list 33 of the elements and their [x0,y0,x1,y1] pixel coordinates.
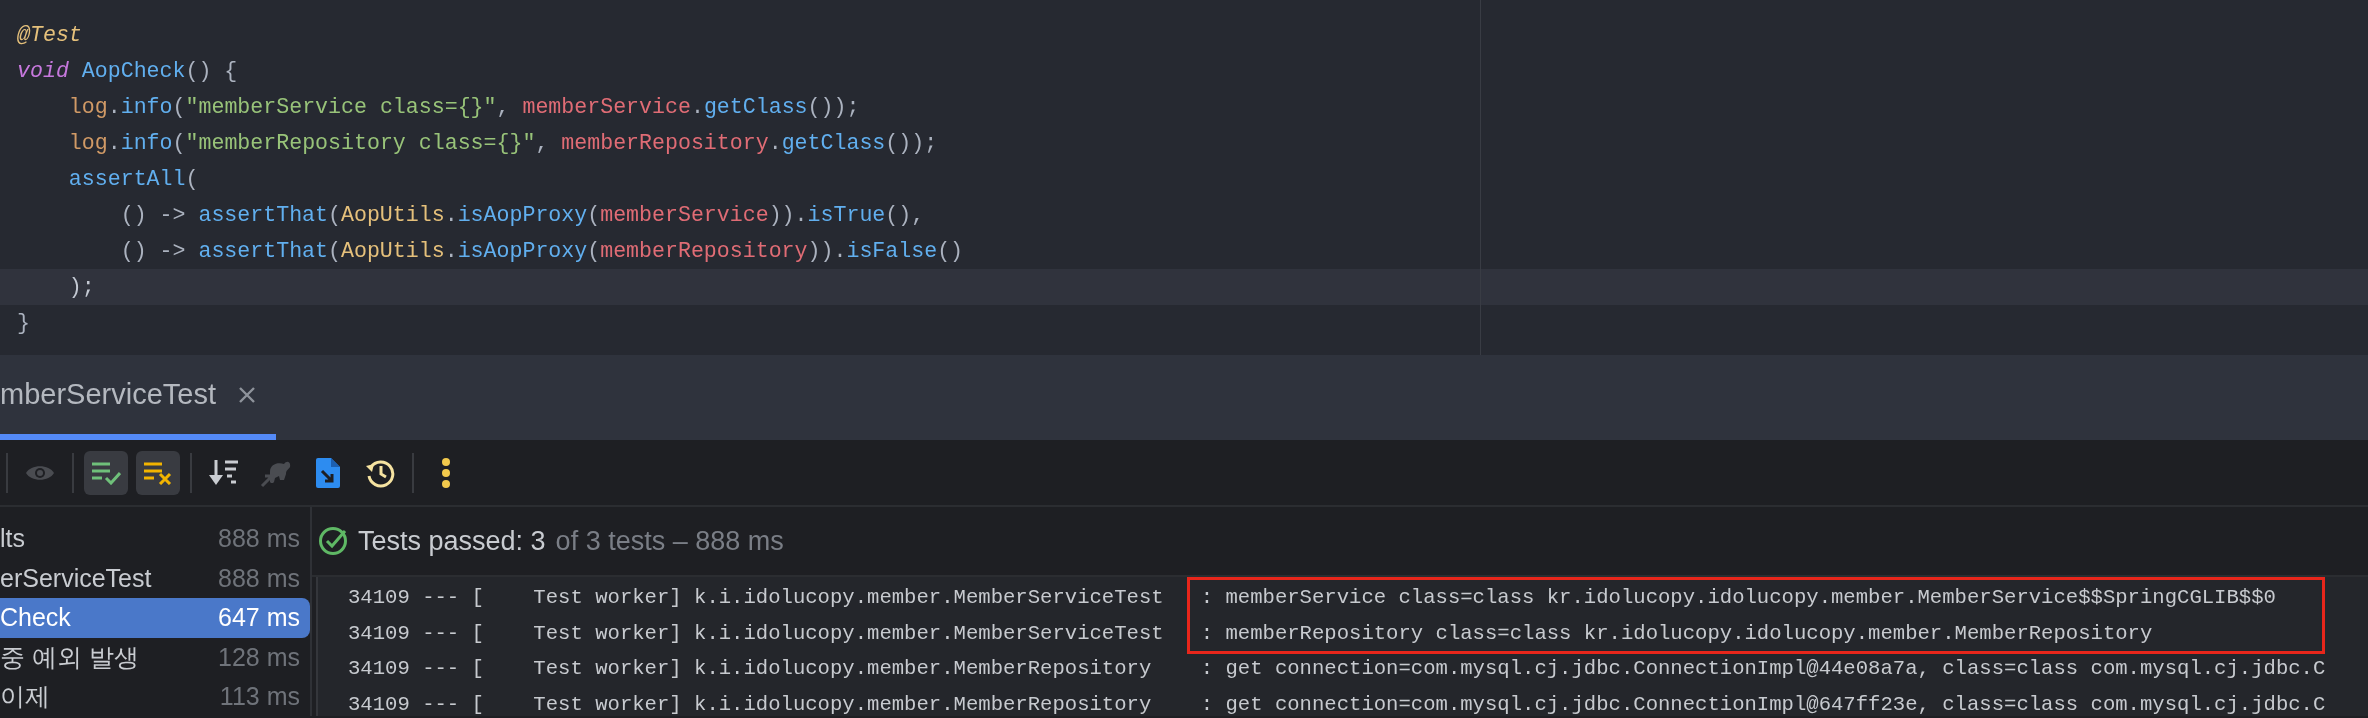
tree-item[interactable]: erServiceTest 888 ms [0,558,310,598]
code-line: () -> assertThat(AopUtils.isAopProxy(memberRepository)).isFalse() [119,238,965,265]
tree-item[interactable]: lts 888 ms [0,519,310,559]
log-message: : get connection=com.mysql.cj.jdbc.ConnectionImpl@647ff23e, class=class com.mysql.cj.jdbc.C [1200,691,2326,716]
code-line: log.info("memberService class={}", memberService.getClass()); [67,94,861,121]
code-line: log.info("memberRepository class={}", memberRepository.getClass()); [67,130,939,157]
close-icon[interactable] [237,385,256,404]
history-icon [365,457,395,488]
sort-icon [209,458,239,487]
check-circle-icon [318,526,348,556]
list-check-icon [91,460,121,485]
results-summary: Tests passed: 3 [358,524,546,558]
more-icon [441,457,451,488]
log-source: 34109 --- [ Test worker] k.i.idolucopy.member.MemberServiceTest [347,620,1165,647]
log-message: : memberService class=class kr.idolucopy.idolucopy.member.MemberService$$SpringCGLIB$$0 [1200,585,2277,611]
list-cross-icon [143,460,173,485]
list-check-button[interactable] [84,450,128,495]
code-line: void AopCheck() { [16,58,239,85]
log-source: 34109 --- [ Test worker] k.i.idolucopy.member.MemberRepository [347,691,1153,716]
tree-item[interactable]: Check 647 ms [0,598,310,638]
tree-item[interactable]: 이제 113 ms [0,677,310,717]
code-line: () -> assertThat(AopUtils.isAopProxy(memberService)).isTrue(), [119,202,926,229]
results-detail: of 3 tests – 888 ms [555,524,784,558]
file-import-icon [316,457,340,488]
log-message: : get connection=com.mysql.cj.jdbc.ConnectionImpl@44e08a7a, class=class com.mysql.cj.jdbc.C [1200,656,2326,682]
log-message: : memberRepository class=class kr.idolucopy.idolucopy.member.MemberRepository [1200,620,2154,647]
list-cross-button[interactable] [136,450,180,495]
tree-item[interactable]: 중 예외 발생 128 ms [0,637,310,677]
code-line: } [16,310,31,337]
code-line: assertAll( [67,166,200,193]
code-line: @Test [16,22,83,49]
log-source: 34109 --- [ Test worker] k.i.idolucopy.member.MemberRepository [347,656,1153,682]
log-source: 34109 --- [ Test worker] k.i.idolucopy.member.MemberServiceTest [347,585,1165,611]
